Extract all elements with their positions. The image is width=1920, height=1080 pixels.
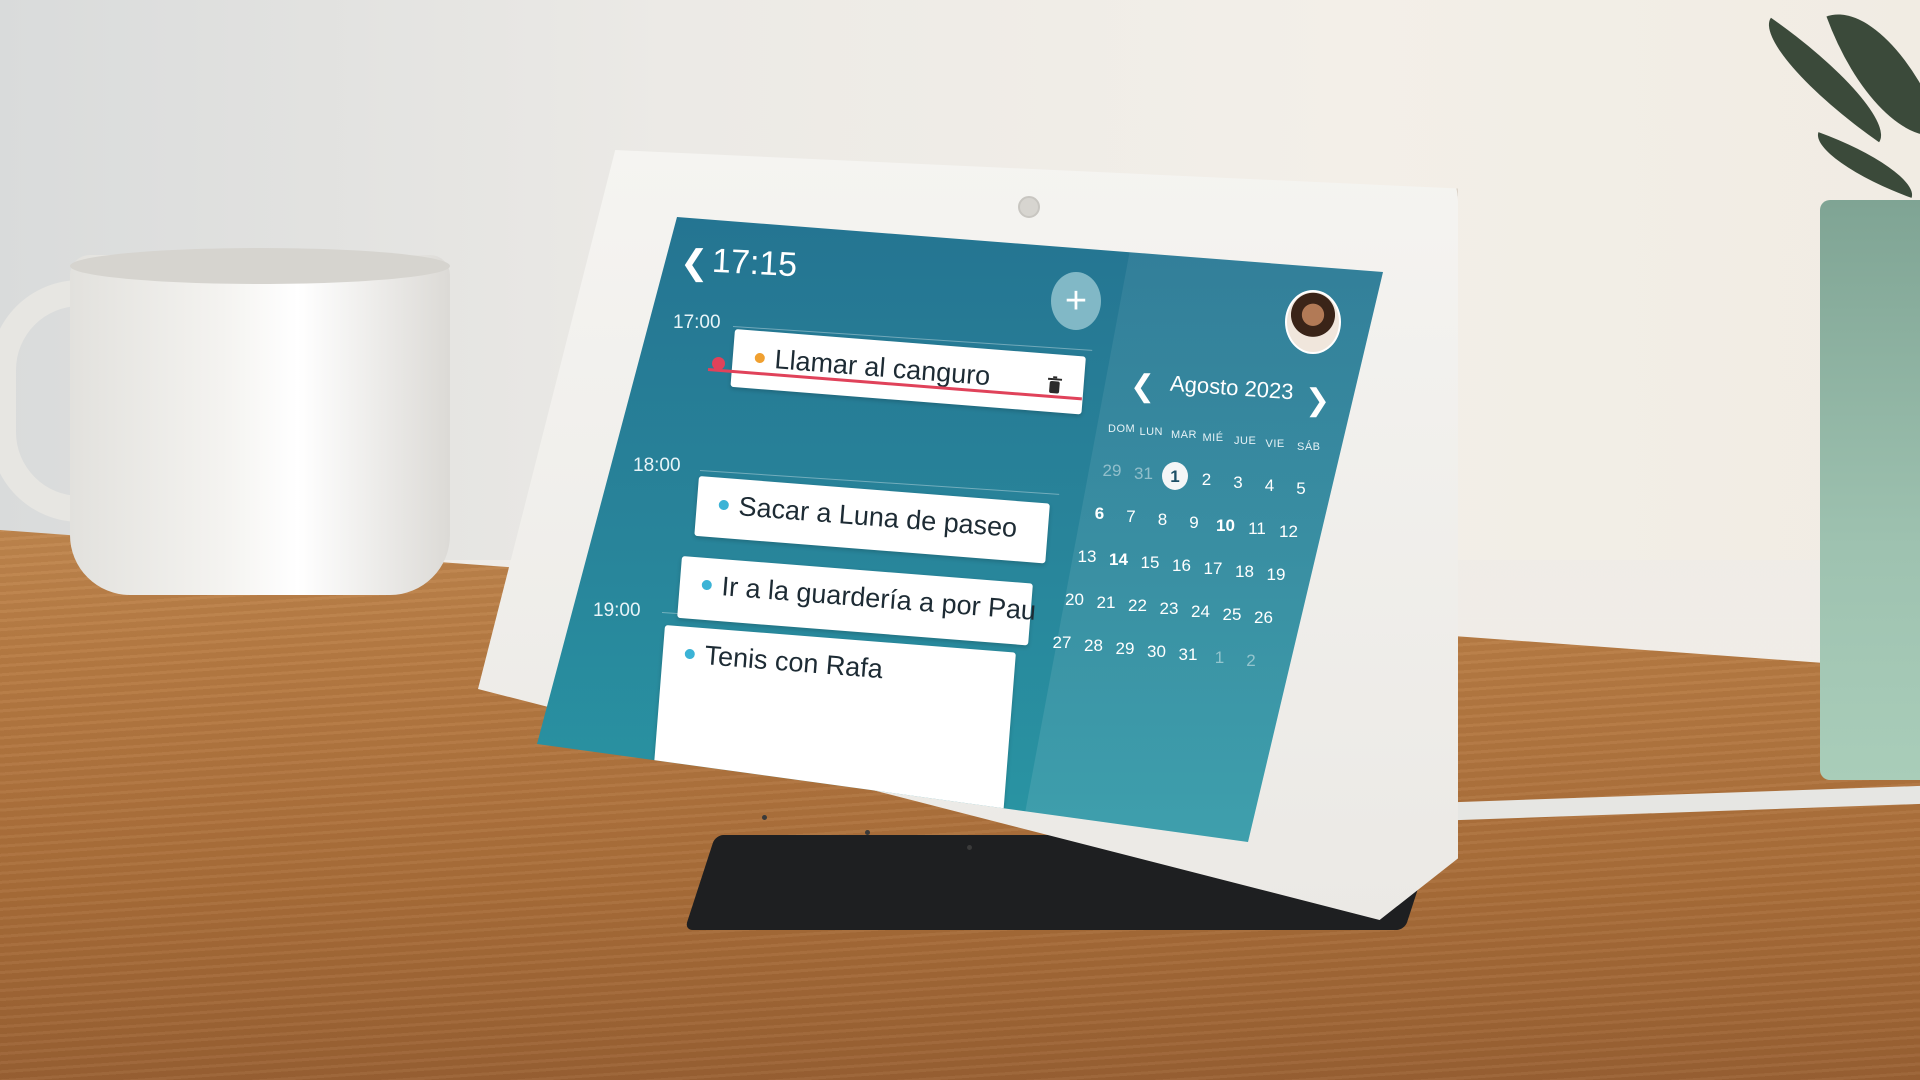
hour-label: 19:00	[593, 600, 641, 621]
calendar-day[interactable]: 22	[1124, 596, 1152, 616]
event-card[interactable]: Llamar al canguro	[730, 329, 1086, 415]
calendar-day[interactable]: 2	[1193, 470, 1221, 490]
weekday-label: LUN	[1139, 426, 1164, 438]
trash-icon[interactable]	[1046, 376, 1063, 395]
calendar-day[interactable]: 30	[1143, 642, 1171, 662]
calendar-day[interactable]: 31	[1130, 464, 1158, 484]
calendar-day[interactable]: 16	[1168, 556, 1196, 576]
next-month-chevron-icon[interactable]: ❯	[1305, 386, 1330, 416]
calendar-day[interactable]: 19	[1262, 565, 1290, 585]
weekday-label: MAR	[1171, 429, 1197, 441]
event-title: Ir a la guardería a por Pau	[720, 571, 1038, 626]
coffee-mug	[70, 255, 450, 595]
calendar-day[interactable]: 2	[1237, 651, 1265, 671]
weekday-label: JUE	[1234, 435, 1257, 447]
calendar-day[interactable]: 26	[1250, 608, 1278, 628]
plus-icon: +	[1064, 280, 1088, 322]
calendar-day[interactable]: 7	[1117, 507, 1145, 527]
event-title: Sacar a Luna de paseo	[737, 491, 1019, 544]
calendar-day[interactable]: 6	[1086, 504, 1114, 524]
calendar-day[interactable]: 25	[1218, 605, 1246, 625]
weekday-label: DOM	[1108, 423, 1136, 435]
calendar-day[interactable]: 3	[1224, 473, 1252, 493]
mug-rim	[70, 248, 450, 284]
event-dot	[701, 579, 713, 591]
calendar-day[interactable]: 10	[1212, 516, 1240, 536]
event-dot	[718, 499, 730, 511]
calendar-day[interactable]: 11	[1243, 519, 1271, 539]
calendar-day[interactable]: 29	[1098, 461, 1126, 481]
calendar-day[interactable]: 1	[1206, 648, 1234, 668]
camera-icon	[1018, 196, 1040, 218]
calendar-day[interactable]: 13	[1073, 547, 1101, 567]
prev-month-chevron-icon[interactable]: ❮	[1130, 372, 1155, 402]
calendar-day[interactable]: 15	[1136, 553, 1164, 573]
event-title: Llamar al canguro	[773, 344, 992, 392]
back-chevron-icon[interactable]: ❮	[680, 246, 709, 280]
mic-hole	[865, 830, 870, 835]
weekday-label: MIÉ	[1202, 432, 1224, 444]
event-dot	[754, 352, 766, 364]
calendar-day[interactable]: 27	[1048, 633, 1076, 653]
calendar-day[interactable]: 4	[1256, 476, 1284, 496]
clock-time: 17:15	[711, 241, 799, 285]
calendar-day[interactable]: 12	[1275, 522, 1303, 542]
calendar-day[interactable]: 24	[1187, 602, 1215, 622]
calendar-day[interactable]: 17	[1199, 559, 1227, 579]
add-event-button[interactable]: +	[1051, 272, 1101, 330]
calendar-day[interactable]: 23	[1155, 599, 1183, 619]
calendar-day[interactable]: 8	[1149, 510, 1177, 530]
mic-hole	[967, 845, 972, 850]
weekday-label: VIE	[1265, 438, 1285, 450]
event-title: Tenis con Rafa	[703, 640, 884, 685]
avatar[interactable]	[1285, 290, 1341, 354]
calendar-day[interactable]: 9	[1180, 513, 1208, 533]
hour-label: 17:00	[673, 312, 721, 333]
calendar-day[interactable]: 31	[1174, 645, 1202, 665]
mic-hole	[762, 815, 767, 820]
current-time-indicator	[712, 357, 725, 370]
hour-label: 18:00	[633, 455, 681, 476]
calendar-day-today[interactable]: 1	[1161, 467, 1189, 487]
plant-pot	[1820, 200, 1920, 780]
calendar-day[interactable]: 5	[1287, 479, 1315, 499]
weekday-label: SÁB	[1297, 441, 1321, 453]
calendar-day[interactable]: 28	[1080, 636, 1108, 656]
calendar-day[interactable]: 29	[1111, 639, 1139, 659]
event-dot	[684, 648, 696, 660]
calendar-day[interactable]: 21	[1092, 593, 1120, 613]
calendar-day[interactable]: 14	[1105, 550, 1133, 570]
calendar-day[interactable]: 18	[1231, 562, 1259, 582]
calendar-day[interactable]: 20	[1061, 590, 1089, 610]
